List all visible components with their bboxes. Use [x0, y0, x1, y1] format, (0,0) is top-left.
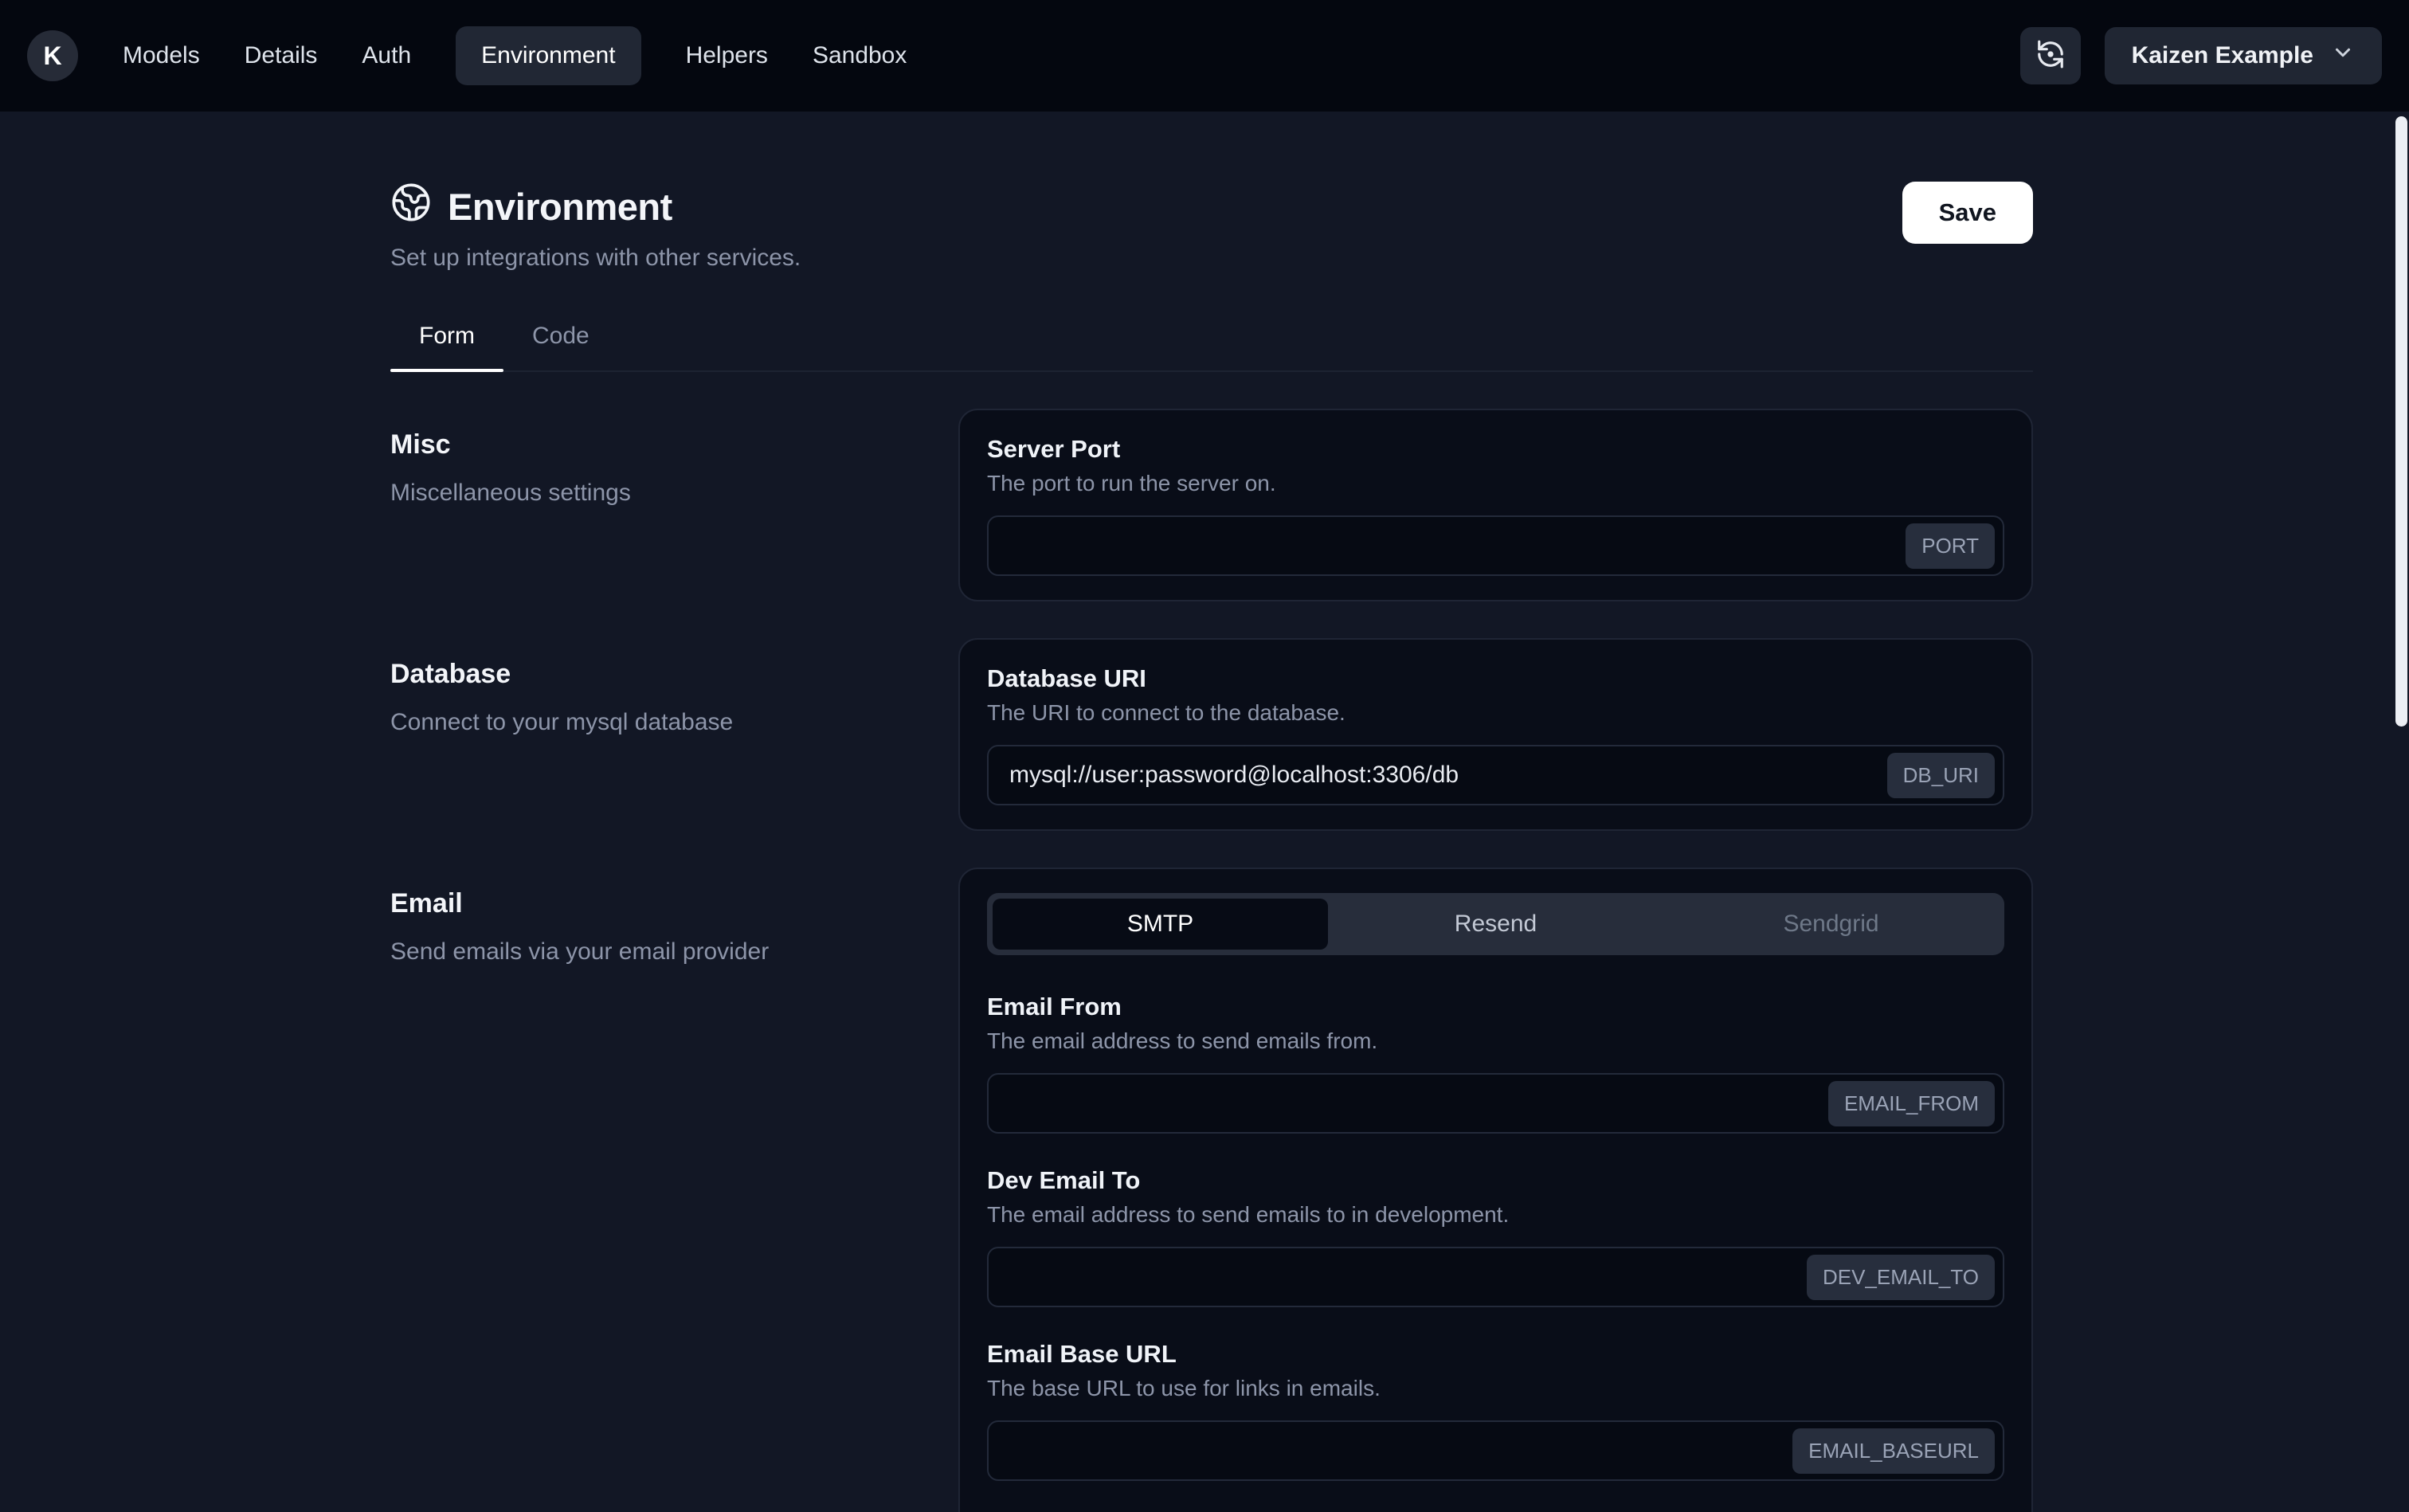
chevron-down-icon: [2331, 41, 2355, 71]
globe-icon: [390, 182, 432, 232]
email-base-url-label: Email Base URL: [987, 1339, 2004, 1369]
page-subtitle: Set up integrations with other services.: [390, 245, 801, 272]
nav-item-details[interactable]: Details: [245, 26, 318, 85]
section-email-description: Send emails via your email provider: [390, 937, 903, 967]
save-button[interactable]: Save: [1902, 182, 2033, 244]
email-from-env-badge: EMAIL_FROM: [1828, 1081, 1995, 1126]
page-title: Environment: [390, 182, 801, 232]
page-title-block: Environment Set up integrations with oth…: [390, 182, 801, 272]
database-card: Database URI The URI to connect to the d…: [958, 638, 2033, 831]
sync-button[interactable]: [2020, 27, 2081, 84]
nav-item-environment[interactable]: Environment: [456, 26, 640, 85]
form-code-tabs: Form Code: [390, 323, 2033, 372]
section-database-description: Connect to your mysql database: [390, 707, 903, 738]
workspace-selector[interactable]: Kaizen Example: [2105, 27, 2382, 84]
section-database-title: Database: [390, 659, 903, 690]
email-base-url-env-badge: EMAIL_BASEURL: [1792, 1428, 1995, 1474]
nav-item-models[interactable]: Models: [123, 26, 200, 85]
page-header-row: Environment Set up integrations with oth…: [390, 182, 2033, 272]
email-base-url-field: Email Base URL The base URL to use for l…: [987, 1339, 2004, 1481]
sync-icon: [2035, 39, 2066, 73]
section-misc-info: Misc Miscellaneous settings: [390, 409, 958, 601]
vertical-scrollbar-thumb[interactable]: [2395, 116, 2407, 727]
email-base-url-description: The base URL to use for links in emails.: [987, 1376, 2004, 1401]
page-title-text: Environment: [448, 185, 672, 229]
provider-tab-sendgrid[interactable]: Sendgrid: [1663, 899, 1999, 950]
section-misc-description: Miscellaneous settings: [390, 478, 903, 508]
email-from-input[interactable]: EMAIL_FROM: [987, 1073, 2004, 1134]
server-port-label: Server Port: [987, 434, 2004, 464]
environment-page: K Models Details Auth Environment Helper…: [0, 0, 2409, 1512]
section-misc: Misc Miscellaneous settings Server Port …: [390, 409, 2033, 601]
dev-email-to-env-badge: DEV_EMAIL_TO: [1807, 1255, 1995, 1300]
server-port-description: The port to run the server on.: [987, 471, 2004, 496]
section-database-info: Database Connect to your mysql database: [390, 638, 958, 831]
email-base-url-input[interactable]: EMAIL_BASEURL: [987, 1420, 2004, 1481]
database-uri-field: Database URI The URI to connect to the d…: [987, 664, 2004, 805]
dev-email-to-field: Dev Email To The email address to send e…: [987, 1165, 2004, 1307]
section-misc-title: Misc: [390, 429, 903, 460]
dev-email-to-description: The email address to send emails to in d…: [987, 1202, 2004, 1228]
nav-item-auth[interactable]: Auth: [362, 26, 411, 85]
database-uri-description: The URI to connect to the database.: [987, 700, 2004, 726]
email-from-label: Email From: [987, 992, 2004, 1022]
database-uri-input[interactable]: mysql://user:password@localhost:3306/db …: [987, 745, 2004, 805]
database-uri-value: mysql://user:password@localhost:3306/db: [1009, 762, 1887, 789]
misc-card: Server Port The port to run the server o…: [958, 409, 2033, 601]
server-port-env-badge: PORT: [1906, 523, 1995, 569]
database-uri-label: Database URI: [987, 664, 2004, 694]
primary-nav: Models Details Auth Environment Helpers …: [123, 26, 907, 85]
section-email-info: Email Send emails via your email provide…: [390, 868, 958, 1512]
app-logo-letter: K: [43, 41, 61, 71]
email-from-description: The email address to send emails from.: [987, 1028, 2004, 1054]
provider-tab-resend[interactable]: Resend: [1328, 899, 1663, 950]
section-email: Email Send emails via your email provide…: [390, 868, 2033, 1512]
database-uri-env-badge: DB_URI: [1887, 753, 1995, 798]
dev-email-to-label: Dev Email To: [987, 1165, 2004, 1196]
section-database: Database Connect to your mysql database …: [390, 638, 2033, 831]
nav-item-sandbox[interactable]: Sandbox: [813, 26, 907, 85]
tab-code[interactable]: Code: [503, 323, 618, 370]
nav-item-helpers[interactable]: Helpers: [686, 26, 768, 85]
top-navigation-bar: K Models Details Auth Environment Helper…: [0, 0, 2409, 112]
email-provider-tabs: SMTP Resend Sendgrid: [987, 893, 2004, 955]
email-card: SMTP Resend Sendgrid Email From The emai…: [958, 868, 2033, 1512]
main-content: Environment Set up integrations with oth…: [390, 182, 2033, 1512]
dev-email-to-input[interactable]: DEV_EMAIL_TO: [987, 1247, 2004, 1307]
provider-tab-smtp[interactable]: SMTP: [993, 899, 1328, 950]
server-port-field: Server Port The port to run the server o…: [987, 434, 2004, 576]
email-from-field: Email From The email address to send ema…: [987, 992, 2004, 1134]
topbar-right-cluster: Kaizen Example: [2020, 27, 2382, 84]
workspace-selector-label: Kaizen Example: [2132, 42, 2313, 69]
section-email-title: Email: [390, 888, 903, 919]
tab-form[interactable]: Form: [390, 323, 503, 370]
app-logo: K: [27, 30, 78, 81]
server-port-input[interactable]: PORT: [987, 515, 2004, 576]
